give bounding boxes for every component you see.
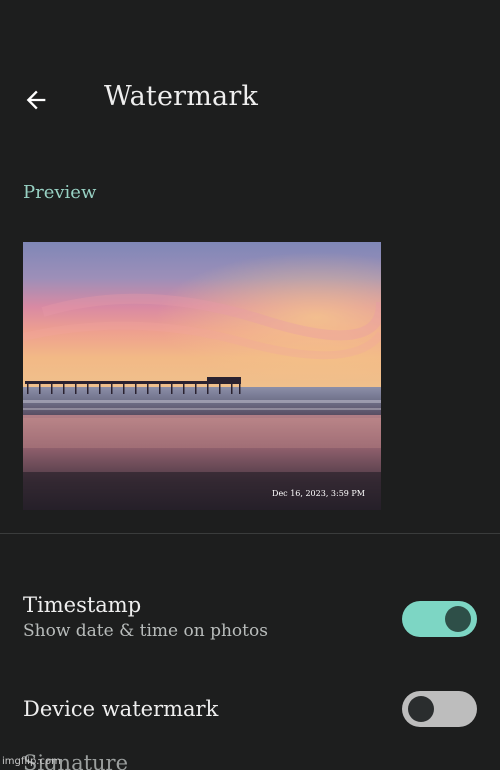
sunset-pier-photo — [23, 242, 381, 510]
timestamp-subtitle: Show date & time on photos — [23, 621, 268, 641]
preview-section-label: Preview — [23, 182, 97, 203]
toggle-knob — [445, 606, 471, 632]
back-button[interactable] — [12, 72, 60, 128]
timestamp-toggle[interactable] — [402, 601, 477, 637]
page-title: Watermark — [104, 81, 259, 112]
app-bar: Watermark — [0, 62, 500, 138]
device-watermark-toggle[interactable] — [402, 691, 477, 727]
arrow-left-icon — [26, 90, 46, 110]
watermark-preview-image: Dec 16, 2023, 3:59 PM — [23, 242, 381, 510]
imgflip-credit: imgflip.com — [2, 756, 61, 767]
toggle-knob — [408, 696, 434, 722]
section-divider — [0, 533, 500, 534]
timestamp-title: Timestamp — [23, 593, 142, 617]
preview-timestamp-text: Dec 16, 2023, 3:59 PM — [272, 489, 365, 498]
device-watermark-title: Device watermark — [23, 697, 219, 721]
